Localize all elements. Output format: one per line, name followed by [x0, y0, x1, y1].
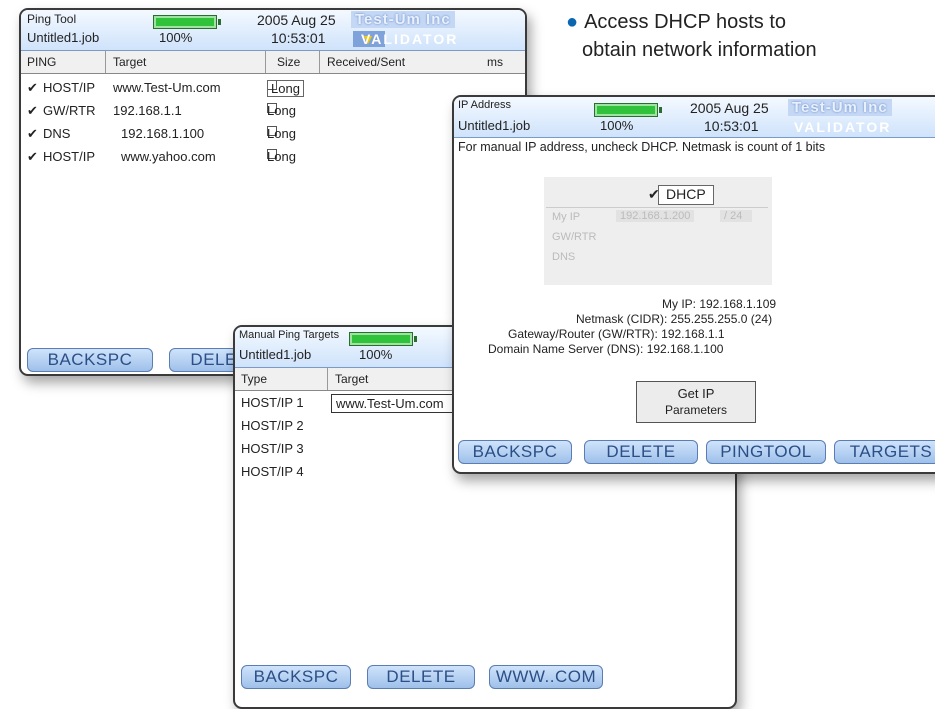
checkbox-checked-icon[interactable]: ✔: [27, 103, 38, 119]
battery-level: 100%: [359, 347, 393, 362]
battery-icon: [349, 332, 417, 346]
dhcp-checkbox-icon[interactable]: ✔: [648, 186, 660, 203]
gwrtr-label: GW/RTR: [552, 231, 597, 243]
dhcp-label[interactable]: DHCP: [666, 186, 706, 202]
screen-title: Manual Ping Targets: [239, 329, 340, 341]
bullet-line-1: Access DHCP hosts to: [584, 11, 787, 33]
col-received-sent: Received/Sent: [327, 55, 406, 69]
backspace-button[interactable]: BACKSPC: [458, 440, 572, 464]
manual-ping-button-bar: BACKSPC DELETE WWW..COM: [235, 661, 735, 691]
brand-name: Test-Um Inc: [788, 99, 892, 116]
col-ms: ms: [487, 55, 503, 69]
row-size[interactable]: Long: [267, 126, 296, 141]
time: 10:53:01: [704, 118, 759, 134]
info-dns: Domain Name Server (DNS): 192.168.1.100: [488, 342, 724, 356]
row-target[interactable]: 192.168.1.100: [121, 126, 204, 141]
job-name: Untitled1.job: [458, 118, 531, 133]
info-netmask: Netmask (CIDR): 255.255.255.0 (24): [576, 312, 773, 326]
get-ip-line-1: Get IP: [677, 386, 715, 401]
ping-tool-screen: Ping Tool Untitled1.job 100% 2005 Aug 25…: [19, 8, 527, 376]
instruction-text: For manual IP address, uncheck DHCP. Net…: [458, 140, 826, 154]
row-type: HOST/IP 3: [241, 441, 304, 456]
info-gateway: Gateway/Router (GW/RTR): 192.168.1.1: [508, 327, 725, 341]
ip-address-header: IP Address Untitled1.job 100% 2005 Aug 2…: [454, 97, 935, 138]
product-name: VALIDATOR: [794, 119, 892, 135]
ip-address-screen: IP Address Untitled1.job 100% 2005 Aug 2…: [452, 95, 935, 474]
screen-title: Ping Tool: [27, 12, 77, 26]
row-target[interactable]: 192.168.1.1: [113, 103, 182, 118]
row-size[interactable]: Long: [267, 80, 304, 97]
delete-button[interactable]: DELETE: [584, 440, 698, 464]
bullet-dot: ●: [566, 11, 579, 33]
my-ip-label: My IP: [552, 211, 581, 223]
row-type: DNS: [43, 126, 71, 141]
screen-title: IP Address: [458, 99, 511, 111]
row-target[interactable]: www.yahoo.com: [121, 149, 216, 164]
battery-level: 100%: [600, 118, 634, 133]
ip-config-panel: ✔ DHCP My IP 192.168.1.200 / 24 GW/RTR D…: [544, 177, 772, 285]
netmask-field[interactable]: / 24: [720, 210, 753, 222]
col-size: Size: [277, 55, 301, 69]
row-type: HOST/IP: [43, 80, 96, 95]
table-row[interactable]: ✔ HOST/IP www.Test-Um.com Long: [21, 80, 525, 103]
row-type: GW/RTR: [43, 103, 96, 118]
battery-icon: [153, 15, 221, 29]
col-ping: PING: [27, 55, 57, 69]
battery-level: 100%: [159, 30, 193, 45]
time: 10:53:01: [271, 30, 326, 46]
info-my-ip: My IP: 192.168.1.109: [662, 297, 777, 311]
battery-icon: [594, 103, 662, 117]
checkbox-checked-icon[interactable]: ✔: [27, 149, 38, 165]
table-row[interactable]: ✔ GW/RTR 192.168.1.1 Long: [21, 103, 525, 126]
col-target: Target: [335, 372, 369, 386]
www-com-button[interactable]: WWW..COM: [489, 665, 603, 689]
checkbox-checked-icon[interactable]: ✔: [27, 80, 38, 96]
get-ip-line-2: Parameters: [664, 403, 728, 417]
backspace-button[interactable]: BACKSPC: [241, 665, 351, 689]
row-type: HOST/IP 2: [241, 418, 304, 433]
row-type: HOST/IP 4: [241, 464, 304, 479]
bullet-line-2: obtain network information: [582, 39, 817, 61]
row-size[interactable]: Long: [267, 103, 296, 118]
date: 2005 Aug 25: [257, 12, 336, 28]
row-size[interactable]: Long: [267, 149, 296, 164]
dns-label: DNS: [552, 251, 576, 263]
get-ip-parameters-button[interactable]: Get IP Parameters: [636, 381, 756, 423]
col-type: Type: [241, 372, 268, 386]
delete-button[interactable]: DELETE: [367, 665, 475, 689]
backspace-button[interactable]: BACKSPC: [27, 348, 153, 372]
date: 2005 Aug 25: [690, 100, 769, 116]
job-name: Untitled1.job: [27, 30, 100, 45]
feature-bullet: ● Access DHCP hosts to obtain network inf…: [566, 8, 817, 64]
row-type: HOST/IP: [43, 149, 96, 164]
ping-tool-header: Ping Tool Untitled1.job 100% 2005 Aug 25…: [21, 10, 525, 51]
ip-address-button-bar: BACKSPC DELETE PINGTOOL TARGETS: [454, 436, 935, 466]
brand-name: Test-Um Inc: [351, 11, 455, 28]
checkbox-checked-icon[interactable]: ✔: [27, 126, 38, 142]
job-name: Untitled1.job: [239, 347, 312, 362]
row-type: HOST/IP 1: [241, 395, 304, 410]
my-ip-field[interactable]: 192.168.1.200: [616, 210, 695, 222]
product-name: VALIDATOR: [361, 31, 459, 47]
table-row[interactable]: ✔ DNS 192.168.1.100 Long: [21, 126, 525, 149]
targets-button[interactable]: TARGETS: [834, 440, 935, 464]
row-target[interactable]: www.Test-Um.com: [113, 80, 221, 95]
pingtool-button[interactable]: PINGTOOL: [706, 440, 826, 464]
product-logo: VALIDATOR ▼: [353, 31, 456, 47]
ping-table-header: PING Target Size Received/Sent ms: [21, 51, 525, 74]
table-row[interactable]: ✔ HOST/IP www.yahoo.com Long: [21, 149, 525, 172]
col-target: Target: [113, 55, 147, 69]
